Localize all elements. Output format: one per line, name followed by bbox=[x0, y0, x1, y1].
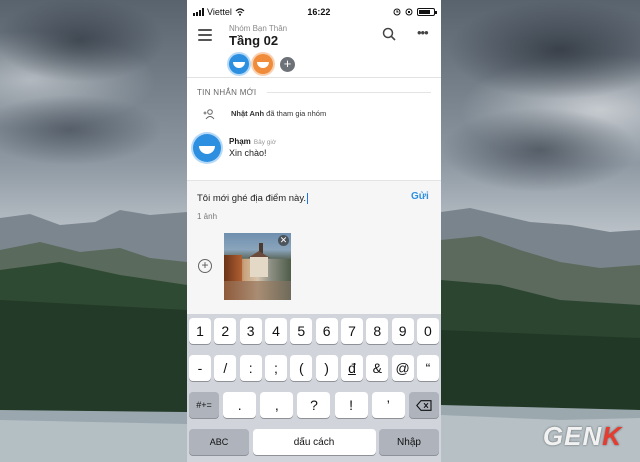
key-6[interactable]: 6 bbox=[315, 318, 338, 344]
group-name: Nhóm Bạn Thân bbox=[229, 24, 288, 33]
member-avatars: + bbox=[229, 54, 295, 74]
key-close-paren[interactable]: ) bbox=[315, 355, 338, 381]
abc-key[interactable]: ABC bbox=[189, 429, 249, 455]
compose-area: Tôi mới ghé địa điểm này. Gửi 1 ảnh + ✕ bbox=[187, 180, 441, 314]
send-button[interactable]: Gửi bbox=[411, 191, 429, 202]
key-question[interactable]: ? bbox=[297, 392, 331, 418]
menu-icon[interactable] bbox=[198, 29, 212, 41]
backspace-key[interactable] bbox=[408, 392, 439, 418]
key-quote[interactable]: “ bbox=[416, 355, 439, 381]
key-dash[interactable]: - bbox=[189, 355, 211, 381]
message-sender: Phạm Bây giờ bbox=[229, 137, 276, 146]
key-at[interactable]: @ bbox=[391, 355, 414, 381]
key-exclamation[interactable]: ! bbox=[334, 392, 368, 418]
add-attachment-button[interactable]: + bbox=[198, 259, 212, 273]
join-event-text: đã tham gia nhóm bbox=[266, 109, 327, 118]
attachment-count: 1 ảnh bbox=[197, 212, 218, 221]
key-8[interactable]: 8 bbox=[366, 318, 389, 344]
avatar[interactable] bbox=[229, 54, 249, 74]
keyboard-row-numbers: 1 2 3 4 5 6 7 8 9 0 bbox=[189, 318, 439, 345]
key-dong[interactable]: đ bbox=[340, 355, 363, 381]
avatar[interactable] bbox=[253, 54, 273, 74]
key-comma[interactable]: , bbox=[260, 392, 294, 418]
genk-watermark: GENK bbox=[543, 421, 622, 452]
status-bar: Viettel 16:22 bbox=[187, 0, 441, 24]
backspace-icon bbox=[416, 399, 432, 411]
key-7[interactable]: 7 bbox=[340, 318, 363, 344]
keyboard-row-bottom: ABC dấu cách Nhập bbox=[189, 429, 439, 456]
key-1[interactable]: 1 bbox=[189, 318, 211, 344]
clock: 16:22 bbox=[307, 7, 331, 17]
search-icon[interactable] bbox=[382, 27, 396, 41]
new-messages-label: TIN NHẮN MỚI bbox=[197, 88, 257, 97]
keyboard-row-symbols: - / : ; ( ) đ & @ “ bbox=[189, 355, 439, 382]
alarm-icon bbox=[393, 8, 401, 16]
carrier-label: Viettel bbox=[207, 7, 232, 17]
add-person-icon bbox=[203, 109, 215, 120]
key-semicolon[interactable]: ; bbox=[264, 355, 287, 381]
divider bbox=[267, 92, 431, 93]
watermark-suffix: K bbox=[602, 421, 622, 451]
rotation-lock-icon bbox=[405, 8, 413, 16]
key-0[interactable]: 0 bbox=[416, 318, 439, 344]
text-cursor bbox=[307, 193, 309, 204]
key-ampersand[interactable]: & bbox=[366, 355, 389, 381]
phone-screen: Viettel 16:22 Nhóm Bạn Thân Tầng 02 ••• … bbox=[187, 0, 441, 462]
key-9[interactable]: 9 bbox=[391, 318, 414, 344]
keyboard: 1 2 3 4 5 6 7 8 9 0 - / : ; ( ) đ & @ “ … bbox=[187, 314, 441, 462]
signal-icon bbox=[193, 8, 204, 16]
chat-title[interactable]: Tầng 02 bbox=[229, 33, 278, 48]
keyboard-row-punctuation: #+= . , ? ! ’ bbox=[189, 392, 439, 419]
key-more-symbols[interactable]: #+= bbox=[189, 392, 219, 418]
remove-photo-button[interactable]: ✕ bbox=[278, 235, 289, 246]
key-slash[interactable]: / bbox=[214, 355, 237, 381]
attached-photo[interactable]: ✕ bbox=[224, 233, 291, 300]
avatar[interactable] bbox=[193, 134, 221, 162]
wifi-icon bbox=[235, 8, 245, 16]
join-event: Nhật Anh đã tham gia nhóm bbox=[231, 109, 326, 118]
enter-key[interactable]: Nhập bbox=[379, 429, 439, 455]
chat-header: Nhóm Bạn Thân Tầng 02 ••• + bbox=[187, 24, 441, 78]
key-colon[interactable]: : bbox=[239, 355, 262, 381]
join-user-name: Nhật Anh bbox=[231, 109, 265, 118]
more-options-icon[interactable]: ••• bbox=[417, 26, 429, 39]
key-5[interactable]: 5 bbox=[290, 318, 313, 344]
watermark-prefix: GEN bbox=[542, 421, 603, 451]
battery-icon bbox=[416, 8, 437, 16]
message-time: Bây giờ bbox=[253, 139, 277, 146]
message-text: Xin chào! bbox=[229, 148, 267, 158]
add-member-button[interactable]: + bbox=[280, 56, 295, 72]
key-period[interactable]: . bbox=[223, 392, 257, 418]
message-input[interactable]: Tôi mới ghé địa điểm này. bbox=[197, 193, 309, 205]
key-open-paren[interactable]: ( bbox=[290, 355, 313, 381]
space-key[interactable]: dấu cách bbox=[252, 429, 376, 455]
message-input-value: Tôi mới ghé địa điểm này. bbox=[197, 193, 307, 205]
key-apostrophe[interactable]: ’ bbox=[371, 392, 405, 418]
key-4[interactable]: 4 bbox=[264, 318, 287, 344]
sender-name: Phạm bbox=[229, 137, 251, 146]
key-3[interactable]: 3 bbox=[239, 318, 262, 344]
key-2[interactable]: 2 bbox=[214, 318, 237, 344]
